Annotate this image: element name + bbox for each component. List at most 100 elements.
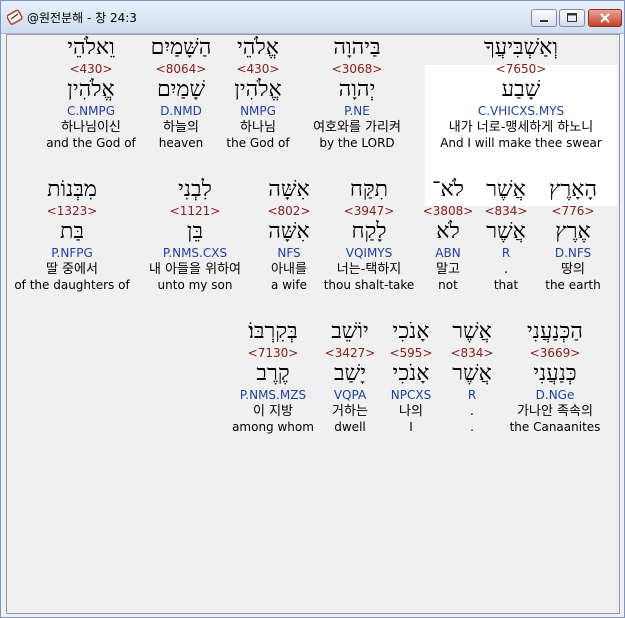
parsing-code: D.NGe bbox=[535, 388, 575, 402]
strong-number[interactable]: <3669> bbox=[503, 345, 607, 361]
parsing-code: D.NFS bbox=[554, 246, 592, 260]
parsing-code: ABN bbox=[435, 246, 461, 260]
hebrew-word: תִקַּח bbox=[349, 177, 389, 202]
word-cell[interactable]: תִקַּח <3947> לָקַח VQIMYS 너는-택하지 thou s… bbox=[323, 177, 415, 293]
strong-number[interactable]: <430> bbox=[43, 61, 139, 77]
hebrew-word: הָאָרֶץ bbox=[548, 177, 598, 202]
strong-number[interactable]: <3947> bbox=[323, 203, 415, 219]
parsing-code: VQPA bbox=[333, 388, 367, 402]
word-cell[interactable]: לֹא־ <3808> לֹא ABN 말고 not bbox=[421, 177, 475, 293]
hebrew-root: אָנֹכִי bbox=[392, 361, 430, 386]
word-cell[interactable]: יוֹשֵׁב <3427> יָשַׁב VQPA 거하는 dwell bbox=[321, 319, 379, 435]
parsing-code: VQIMYS bbox=[345, 246, 393, 260]
app-window: @원전분해 - 창 24:3 וְאַשְׁבִּיעֲךָ <7650> שָ… bbox=[0, 0, 625, 618]
hebrew-root: יָשַׁב bbox=[334, 361, 366, 386]
hebrew-word: וֵאלֹהֵי bbox=[67, 35, 115, 60]
parsing-code: R bbox=[501, 246, 511, 260]
english-gloss: . bbox=[470, 420, 474, 434]
hebrew-word: יוֹשֵׁב bbox=[331, 319, 369, 344]
strong-number[interactable]: <8064> bbox=[141, 61, 221, 77]
parsing-code: P.NMS.MZS bbox=[239, 388, 307, 402]
parsing-code: D.NMD bbox=[160, 104, 202, 118]
word-cell[interactable]: אִשָּׁה <802> אִשָּׁה NFS 아내를 a wife bbox=[257, 177, 321, 293]
parsing-code: NMPG bbox=[240, 104, 276, 118]
word-cell[interactable]: לִבְנִי <1121> בֵּן P.NMS.CXS 내 아들을 위하여 … bbox=[135, 177, 255, 293]
word-cell[interactable]: בַּיהוָה <3068> יְהוָה P.NE 여호와를 가리켜 by … bbox=[299, 35, 415, 151]
strong-number[interactable]: <776> bbox=[537, 203, 609, 219]
hebrew-root: אֲשֶׁר bbox=[452, 361, 492, 386]
word-cell[interactable]: אֱלֹהֵי <430> אֱלֹהִין NMPG 하나님 the God … bbox=[223, 35, 293, 151]
hebrew-word: בְּקִרְבּוֹ׃ bbox=[248, 319, 298, 344]
hebrew-word: אָנֹכִי bbox=[392, 319, 430, 344]
strong-number[interactable]: <3068> bbox=[299, 61, 415, 77]
english-gloss: the Canaanites bbox=[509, 420, 601, 434]
english-gloss: that bbox=[493, 278, 519, 292]
hebrew-root: לָקַח bbox=[351, 219, 387, 244]
hebrew-root: יְהוָה bbox=[338, 77, 376, 102]
strong-number[interactable]: <3427> bbox=[321, 345, 379, 361]
parsing-code: NFS bbox=[277, 246, 301, 260]
strong-number[interactable]: <7130> bbox=[229, 345, 317, 361]
hebrew-root: לֹא bbox=[436, 219, 460, 244]
word-cell[interactable]: הָאָרֶץ <776> אֶרֶץ D.NFS 땅의 the earth bbox=[537, 177, 609, 293]
interlinear-view[interactable]: וְאַשְׁבִּיעֲךָ <7650> שָׁבַע C.VHICXS.M… bbox=[6, 34, 620, 614]
strong-number[interactable]: <430> bbox=[223, 61, 293, 77]
hebrew-root: כְּנַעֲנִי bbox=[533, 361, 577, 386]
word-cell[interactable]: אֲשֶׁר <834> אֲשֶׁר R . that bbox=[479, 177, 533, 293]
word-cell[interactable]: וֵאלֹהֵי <430> אֱלֹהִין C.NMPG 하나님이신 and… bbox=[43, 35, 139, 151]
hebrew-word: אֲשֶׁר bbox=[452, 319, 492, 344]
word-cell[interactable]: וְאַשְׁבִּיעֲךָ <7650> שָׁבַע C.VHICXS.M… bbox=[425, 35, 617, 151]
korean-gloss: 거하는 bbox=[332, 404, 368, 419]
hebrew-root: קֶרֶב bbox=[256, 361, 290, 386]
korean-gloss: 하나님이신 bbox=[61, 120, 121, 135]
korean-gloss: 나의 bbox=[399, 404, 423, 419]
word-cell[interactable]: אֲשֶׁר <834> אֲשֶׁר R . . bbox=[445, 319, 499, 435]
korean-gloss: 딸 중에서 bbox=[46, 262, 98, 277]
strong-number[interactable]: <1121> bbox=[135, 203, 255, 219]
app-icon bbox=[7, 9, 23, 25]
word-cell[interactable]: אָנֹכִי <595> אָנֹכִי NPCXS 나의 I bbox=[383, 319, 439, 435]
korean-gloss: 이 지방 bbox=[252, 404, 293, 419]
hebrew-root: אֱלֹהִין bbox=[234, 77, 282, 102]
english-gloss: And I will make thee swear bbox=[440, 136, 602, 150]
english-gloss: not bbox=[438, 278, 458, 292]
korean-gloss: . bbox=[503, 262, 509, 277]
close-icon bbox=[600, 13, 610, 23]
maximize-icon bbox=[567, 13, 577, 22]
minimize-icon bbox=[540, 20, 548, 22]
parsing-code: P.NMS.CXS bbox=[162, 246, 228, 260]
english-gloss: by the LORD bbox=[319, 136, 395, 150]
close-button[interactable] bbox=[588, 9, 622, 27]
hebrew-word: לִבְנִי bbox=[178, 177, 212, 202]
english-gloss: unto my son bbox=[157, 278, 233, 292]
parsing-code: P.NFPG bbox=[51, 246, 93, 260]
strong-number[interactable]: <3808> bbox=[421, 203, 475, 219]
word-cell[interactable]: הַכְּנַעֲנִי <3669> כְּנַעֲנִי D.NGe 가나안… bbox=[503, 319, 607, 435]
word-cell[interactable]: הַשָּׁמַיִם <8064> שָׁמַיִם D.NMD 하늘의 he… bbox=[141, 35, 221, 151]
strong-number[interactable]: <834> bbox=[445, 345, 499, 361]
strong-number[interactable]: <1323> bbox=[11, 203, 133, 219]
hebrew-root: אֱלֹהִין bbox=[67, 77, 115, 102]
window-title: @원전분해 - 창 24:3 bbox=[27, 11, 137, 25]
hebrew-root: שָׁבַע bbox=[501, 77, 541, 102]
strong-number[interactable]: <595> bbox=[383, 345, 439, 361]
strong-number[interactable]: <7650> bbox=[425, 61, 617, 77]
parsing-code: C.NMPG bbox=[66, 104, 116, 118]
strong-number[interactable]: <834> bbox=[479, 203, 533, 219]
maximize-button[interactable] bbox=[559, 9, 585, 27]
minimize-button[interactable] bbox=[531, 9, 557, 27]
hebrew-word: מִבְּנוֹת bbox=[47, 177, 97, 202]
word-cell[interactable]: מִבְּנוֹת <1323> בַּת P.NFPG 딸 중에서 of th… bbox=[11, 177, 133, 293]
english-gloss: the God of bbox=[226, 136, 290, 150]
korean-gloss: . bbox=[469, 404, 475, 419]
parsing-code: C.VHICXS.MYS bbox=[477, 104, 565, 118]
korean-gloss: 말고 bbox=[436, 262, 460, 277]
title-bar[interactable]: @원전분해 - 창 24:3 bbox=[1, 1, 624, 34]
korean-gloss: 가나안 족속의 bbox=[517, 404, 593, 419]
korean-gloss: 내가 너로-맹세하게 하노니 bbox=[448, 120, 594, 135]
hebrew-word: הַשָּׁמַיִם bbox=[150, 35, 212, 60]
word-cell[interactable]: בְּקִרְבּוֹ׃ <7130> קֶרֶב P.NMS.MZS 이 지방… bbox=[229, 319, 317, 435]
strong-number[interactable]: <802> bbox=[257, 203, 321, 219]
hebrew-word: בַּיהוָה bbox=[333, 35, 381, 60]
hebrew-root: אֶרֶץ bbox=[555, 219, 591, 244]
